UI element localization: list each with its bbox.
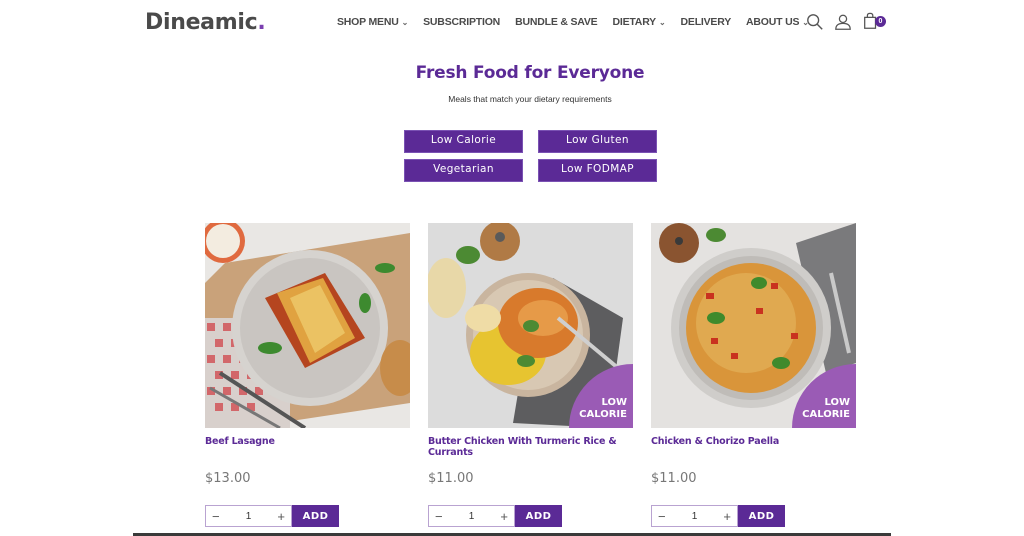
product-price: $13.00 (205, 471, 251, 486)
product-name-link[interactable]: Chicken & Chorizo Paella (651, 436, 856, 462)
filter-low-calorie-button[interactable]: Low Calorie (404, 130, 523, 153)
quantity-input[interactable]: 1 (692, 511, 698, 522)
nav-label: ABOUT US (746, 16, 800, 28)
increase-quantity-button[interactable]: + (723, 510, 731, 523)
add-to-cart-button[interactable]: ADD (738, 505, 785, 527)
page-subtitle: Meals that match your dietary requiremen… (448, 94, 612, 104)
nav-label: DIETARY (612, 16, 656, 28)
product-image[interactable]: LOW CALORIE (651, 223, 856, 428)
product-price: $11.00 (651, 471, 697, 486)
nav-about-us[interactable]: ABOUT US ⌄ (746, 16, 809, 28)
cart-button[interactable]: 0 (862, 12, 886, 32)
filter-low-gluten-button[interactable]: Low Gluten (538, 130, 657, 153)
nav-bundle-save[interactable]: BUNDLE & SAVE (515, 16, 598, 28)
quantity-input[interactable]: 1 (246, 511, 252, 522)
quantity-stepper: − 1 + (428, 505, 515, 527)
product-image[interactable]: LOW CALORIE (428, 223, 633, 428)
product-price: $11.00 (428, 471, 474, 486)
product-card: LOW CALORIE Chicken & Chorizo Paella $11… (651, 223, 856, 527)
chevron-down-icon: ⌄ (401, 17, 409, 27)
nav-label: SUBSCRIPTION (423, 16, 501, 28)
nav-subscription[interactable]: SUBSCRIPTION (423, 16, 500, 28)
logo-text: Dineamic (145, 10, 258, 35)
product-card: Beef Lasagne $13.00 − 1 + ADD (205, 223, 410, 527)
increase-quantity-button[interactable]: + (277, 510, 285, 523)
nav-dietary[interactable]: DIETARY ⌄ (612, 16, 665, 28)
chevron-down-icon: ⌄ (659, 17, 666, 27)
cart-count-badge: 0 (875, 16, 886, 27)
nav-label: DELIVERY (680, 16, 732, 28)
filter-vegetarian-button[interactable]: Vegetarian (404, 159, 523, 182)
site-header: Dineamic. SHOP MENU ⌄ SUBSCRIPTION BUNDL… (0, 0, 1024, 44)
page-title: Fresh Food for Everyone (415, 63, 645, 83)
add-to-cart-row: − 1 + ADD (651, 505, 785, 527)
product-image[interactable] (205, 223, 410, 428)
quantity-input[interactable]: 1 (469, 511, 475, 522)
product-card: LOW CALORIE Butter Chicken With Turmeric… (428, 223, 633, 527)
logo[interactable]: Dineamic. (145, 10, 266, 35)
quantity-stepper: − 1 + (651, 505, 738, 527)
add-to-cart-row: − 1 + ADD (428, 505, 562, 527)
decrease-quantity-button[interactable]: − (435, 510, 443, 523)
main-nav: SHOP MENU ⌄ SUBSCRIPTION BUNDLE & SAVE D… (337, 16, 824, 28)
nav-shop-menu[interactable]: SHOP MENU ⌄ (337, 16, 408, 28)
add-to-cart-row: − 1 + ADD (205, 505, 339, 527)
quantity-stepper: − 1 + (205, 505, 292, 527)
search-icon[interactable] (806, 13, 824, 31)
badge-text: LOW CALORIE (579, 397, 627, 420)
filter-low-fodmap-button[interactable]: Low FODMAP (538, 159, 657, 182)
badge-text: LOW CALORIE (802, 397, 850, 420)
dietary-filters: Low Calorie Low Gluten Vegetarian Low FO… (404, 130, 657, 182)
product-name-link[interactable]: Butter Chicken With Turmeric Rice & Curr… (428, 436, 633, 462)
header-actions: 0 (806, 12, 886, 32)
product-name-link[interactable]: Beef Lasagne (205, 436, 410, 462)
decrease-quantity-button[interactable]: − (212, 510, 220, 523)
add-to-cart-button[interactable]: ADD (292, 505, 339, 527)
add-to-cart-button[interactable]: ADD (515, 505, 562, 527)
logo-dot: . (257, 10, 266, 35)
account-icon[interactable] (834, 13, 852, 31)
increase-quantity-button[interactable]: + (500, 510, 508, 523)
decrease-quantity-button[interactable]: − (658, 510, 666, 523)
nav-label: SHOP MENU (337, 16, 399, 28)
nav-label: BUNDLE & SAVE (515, 16, 598, 28)
nav-delivery[interactable]: DELIVERY (681, 16, 732, 28)
lasagne-photo (205, 223, 410, 428)
